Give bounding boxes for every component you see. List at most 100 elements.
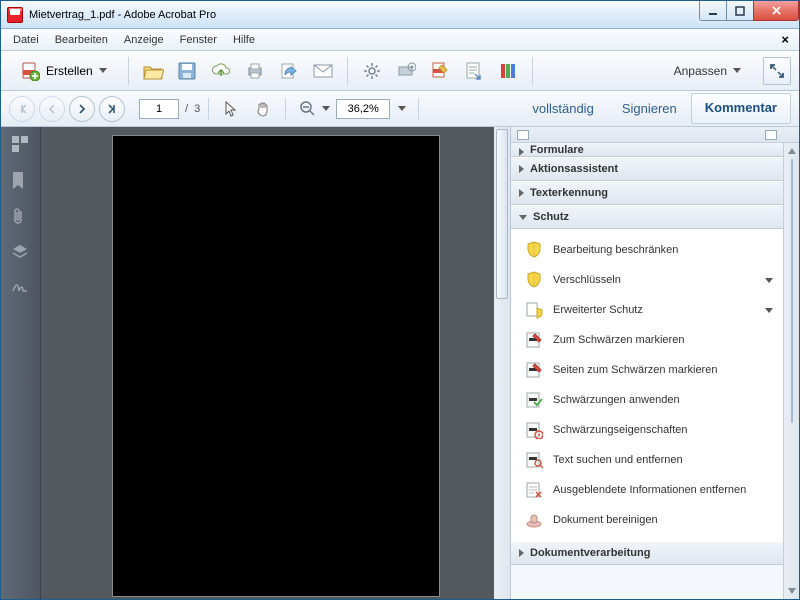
tool-label: Erweiterter Schutz [553,304,643,316]
menu-fenster[interactable]: Fenster [172,32,225,48]
last-page-button[interactable] [99,96,125,122]
tool-label: Seiten zum Schwärzen markieren [553,364,717,376]
color-button[interactable] [494,57,522,85]
tool-label: Schwärzungseigenschaften [553,424,688,436]
nav-toolbar: 1 / 3 36,2% vollständig Signieren Kommen… [1,91,799,127]
chevron-down-icon [765,278,773,283]
layers-icon[interactable] [11,243,31,263]
menubar-close-icon[interactable]: × [775,32,795,47]
customize-label: Anpassen [674,64,727,78]
document-scrollbar[interactable] [494,127,510,599]
create-label: Erstellen [46,64,93,78]
create-pdf-icon [20,61,40,81]
schutz-item-0[interactable]: Bearbeitung beschränken [511,235,783,265]
edit-pdf-button[interactable] [426,57,454,85]
create-button[interactable]: Erstellen [9,57,118,85]
signatures-icon[interactable] [11,279,31,299]
link-sign[interactable]: Signieren [608,93,691,124]
email-button[interactable] [309,57,337,85]
section-formulare[interactable]: Formulare [511,143,783,157]
customize-button[interactable]: Anpassen [666,61,749,81]
cloud-button[interactable] [207,57,235,85]
zoom-value-dropdown-icon[interactable] [398,106,406,111]
thumbnails-icon[interactable] [11,135,31,155]
zoom-input[interactable]: 36,2% [336,99,390,119]
page-number-input[interactable]: 1 [139,99,179,119]
schutz-item-3[interactable]: Zum Schwärzen markieren [511,325,783,355]
print-button[interactable] [241,57,269,85]
menu-anzeige[interactable]: Anzeige [116,32,172,48]
section-schutz[interactable]: Schutz [511,205,783,229]
section-schutz-body: Bearbeitung beschränken Verschlüsseln Erwe… [511,229,783,541]
minimize-button[interactable] [699,1,727,21]
tool-label: Zum Schwärzen markieren [553,334,684,346]
gear-button[interactable] [358,57,386,85]
tools-panel: Formulare Aktionsassistent Texterkennung… [510,127,799,599]
tool-label: Schwärzungen anwenden [553,394,680,406]
advshield-icon [525,301,543,319]
tool-label: Verschlüsseln [553,274,621,286]
document-area[interactable] [41,127,510,599]
open-button[interactable] [139,57,167,85]
zoom-dropdown-icon[interactable] [322,106,330,111]
pdf-page [112,135,440,597]
section-dokumentverarbeitung[interactable]: Dokumentverarbeitung [511,541,783,565]
schutz-item-7[interactable]: Text suchen und entfernen [511,445,783,475]
tool-label: Dokument bereinigen [553,514,658,526]
schutz-item-1[interactable]: Verschlüsseln [511,265,783,295]
page-total: 3 [194,103,200,115]
panel-view-icon [517,130,529,140]
ocr-button[interactable] [460,57,488,85]
panel-scrollbar[interactable] [783,143,799,599]
schutz-item-2[interactable]: Erweiterter Schutz [511,295,783,325]
schutz-item-5[interactable]: Schwärzungen anwenden [511,385,783,415]
fullscreen-button[interactable] [763,57,791,85]
panel-menu-icon [765,130,777,140]
select-tool-button[interactable] [217,95,245,123]
redact-icon [525,361,543,379]
maximize-button[interactable] [726,1,754,21]
section-texterkennung[interactable]: Texterkennung [511,181,783,205]
search-icon [525,451,543,469]
hidden-icon [525,481,543,499]
chevron-down-icon [99,68,107,73]
prev-page-button[interactable] [39,96,65,122]
link-full[interactable]: vollständig [518,93,607,124]
tool-label: Ausgeblendete Informationen entfernen [553,484,746,496]
schutz-item-6[interactable]: Schwärzungseigenschaften [511,415,783,445]
schutz-item-9[interactable]: Dokument bereinigen [511,505,783,535]
sanitize-icon [525,511,543,529]
hand-tool-button[interactable] [249,95,277,123]
tool-label: Text suchen und entfernen [553,454,683,466]
menu-datei[interactable]: Datei [5,32,47,48]
menu-hilfe[interactable]: Hilfe [225,32,263,48]
chevron-down-icon [733,68,741,73]
chevron-down-icon [765,308,773,313]
apply-icon [525,391,543,409]
section-aktionsassistent[interactable]: Aktionsassistent [511,157,783,181]
attachment-icon[interactable] [11,207,31,227]
share-button[interactable] [275,57,303,85]
schutz-item-4[interactable]: Seiten zum Schwärzen markieren [511,355,783,385]
redprops-icon [525,421,543,439]
first-page-button[interactable] [9,96,35,122]
schutz-item-8[interactable]: Ausgeblendete Informationen entfernen [511,475,783,505]
link-comment[interactable]: Kommentar [691,93,791,124]
menu-bearbeiten[interactable]: Bearbeiten [47,32,116,48]
menubar: Datei Bearbeiten Anzeige Fenster Hilfe × [1,29,799,51]
save-button[interactable] [173,57,201,85]
zoom-out-button[interactable] [294,95,322,123]
tool-label: Bearbeitung beschränken [553,244,678,256]
next-page-button[interactable] [69,96,95,122]
redact-icon [525,331,543,349]
titlebar: Mietvertrag_1.pdf - Adobe Acrobat Pro [1,1,799,29]
bookmark-icon[interactable] [11,171,31,191]
shield-icon [525,271,543,289]
page-separator: / [183,103,190,115]
main-toolbar: Erstellen Anpassen [1,51,799,91]
print-production-button[interactable] [392,57,420,85]
window-title: Mietvertrag_1.pdf - Adobe Acrobat Pro [29,9,216,21]
panel-view-options[interactable] [511,127,799,143]
close-button[interactable] [753,1,799,21]
left-nav-panel [1,127,41,599]
